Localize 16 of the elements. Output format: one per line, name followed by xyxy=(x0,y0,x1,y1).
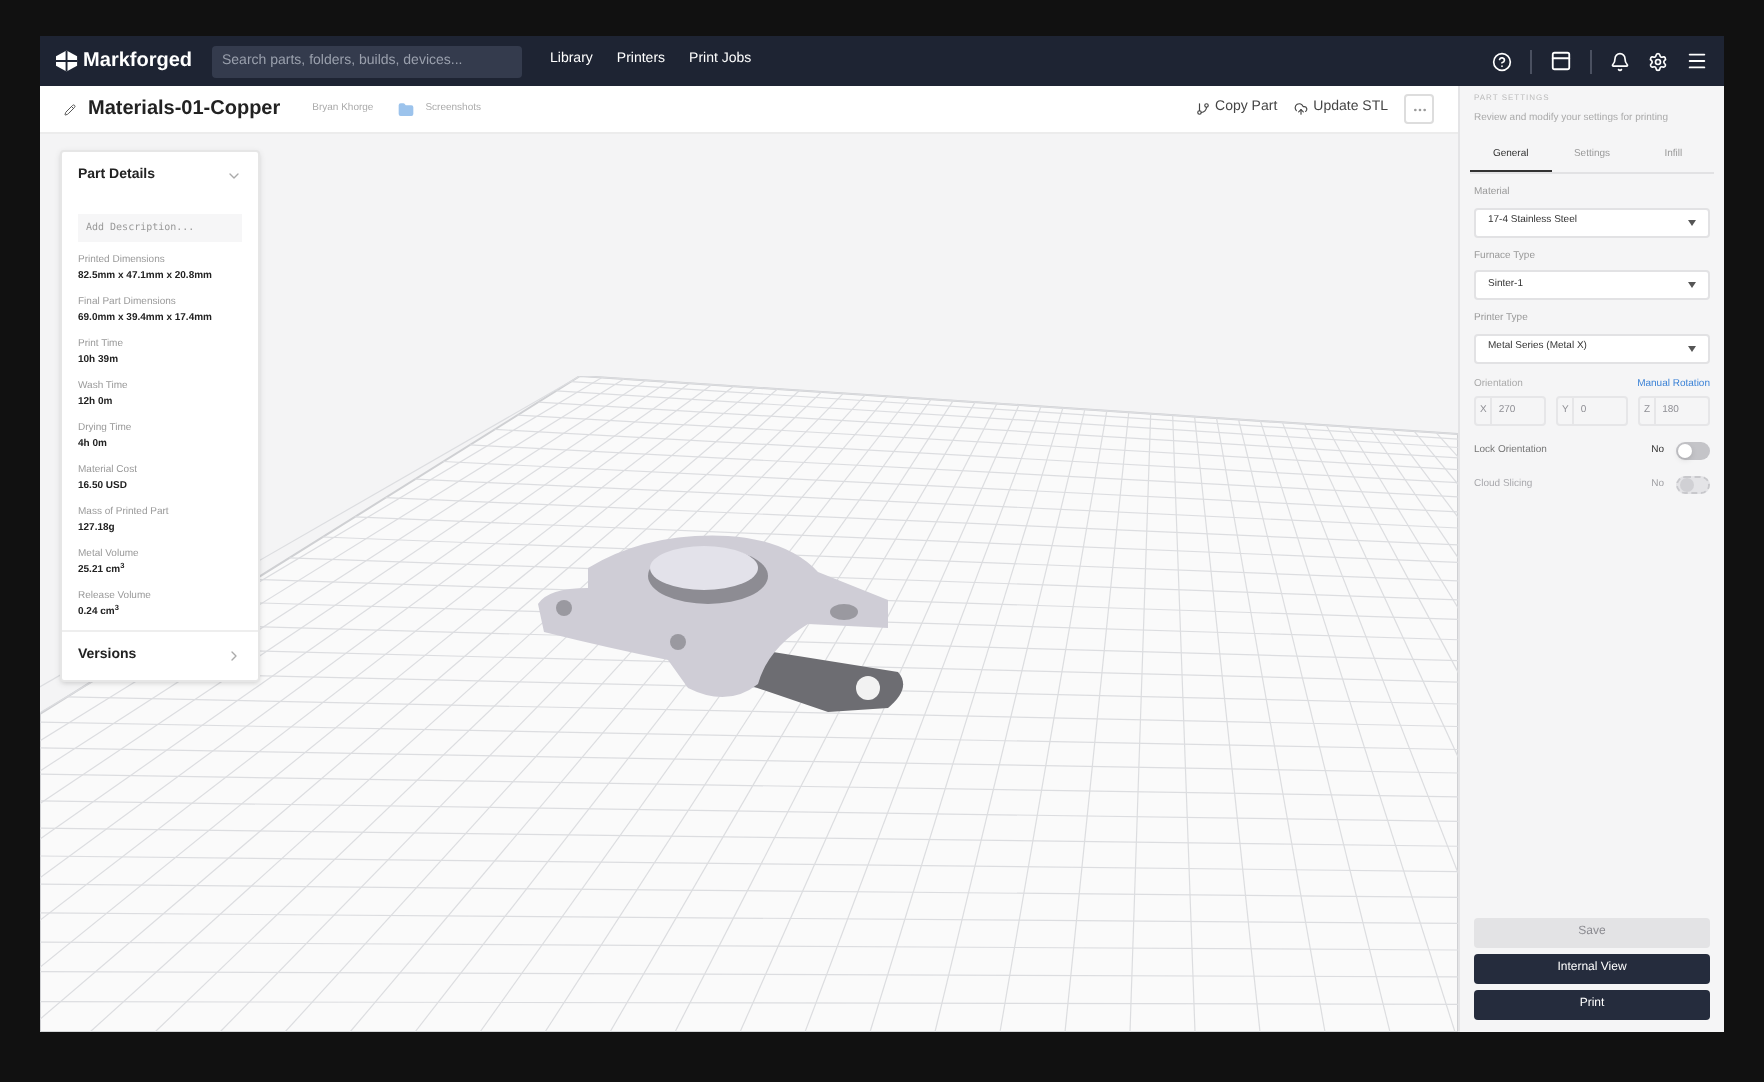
settings-icon[interactable] xyxy=(1648,51,1668,71)
part-title: Materials-01-Copper xyxy=(88,96,281,124)
menu-icon[interactable] xyxy=(1686,50,1708,72)
caret-icon xyxy=(1688,345,1696,351)
caret-icon xyxy=(1688,219,1696,225)
upload-icon xyxy=(1293,102,1308,116)
logo-icon xyxy=(56,50,78,72)
caret-icon xyxy=(1688,282,1696,288)
bell-icon[interactable] xyxy=(1610,51,1630,71)
folder-icon xyxy=(397,101,414,117)
brand-name: Markforged xyxy=(83,48,192,76)
window-icon[interactable] xyxy=(1550,50,1572,72)
help-icon[interactable] xyxy=(1492,51,1512,71)
edit-icon[interactable] xyxy=(64,103,76,115)
toggle-switch[interactable] xyxy=(1676,442,1710,460)
branch-icon xyxy=(1195,102,1210,116)
